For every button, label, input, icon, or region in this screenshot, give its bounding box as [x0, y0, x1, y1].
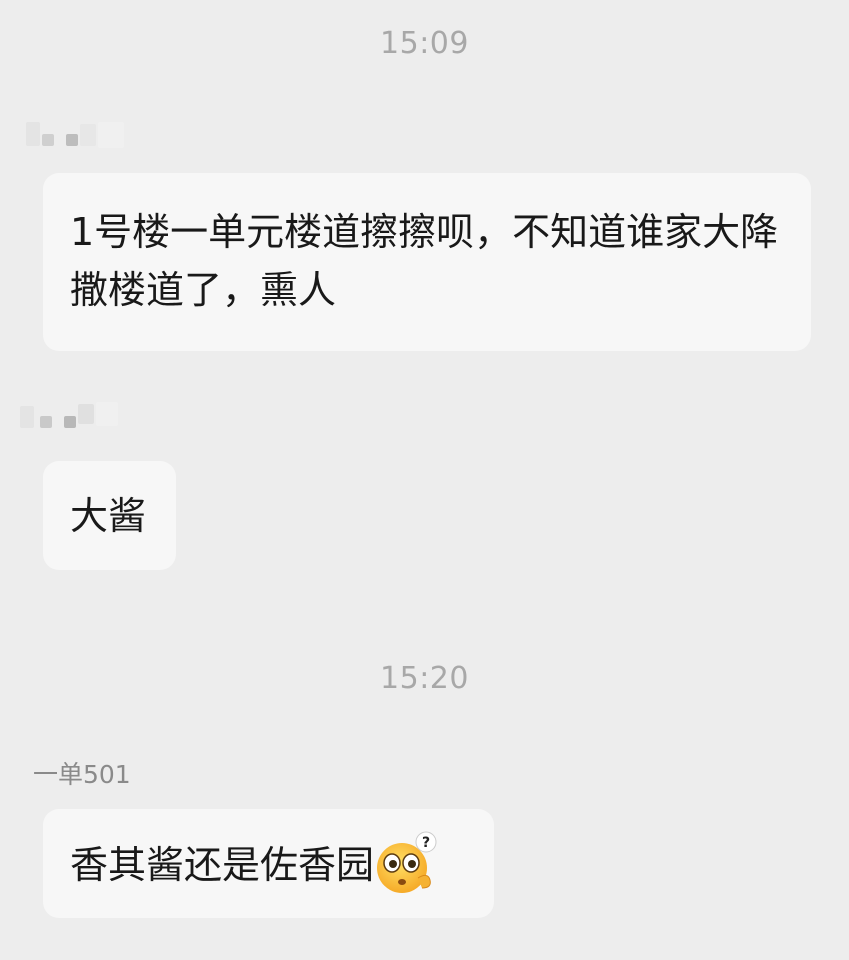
message-bubble[interactable]: 大酱: [43, 461, 176, 570]
sender-name-obscured: [20, 398, 120, 432]
message-text: 香其酱还是佐香园: [70, 843, 375, 887]
sender-name-obscured: [26, 118, 130, 152]
svg-text:?: ?: [422, 835, 430, 851]
confused-question-face-icon: ?: [374, 831, 437, 894]
message-bubble[interactable]: 香其酱还是佐香园 ?: [43, 809, 494, 918]
message-text: 大酱: [70, 494, 147, 538]
timestamp: 15:09: [380, 26, 469, 61]
timestamp: 15:20: [380, 661, 469, 696]
message-bubble[interactable]: 1号楼一单元楼道擦擦呗，不知道谁家大降撒楼道了，熏人: [43, 173, 811, 351]
sender-name: 一单501: [33, 760, 131, 789]
message-text: 1号楼一单元楼道擦擦呗，不知道谁家大降撒楼道了，熏人: [70, 210, 779, 312]
